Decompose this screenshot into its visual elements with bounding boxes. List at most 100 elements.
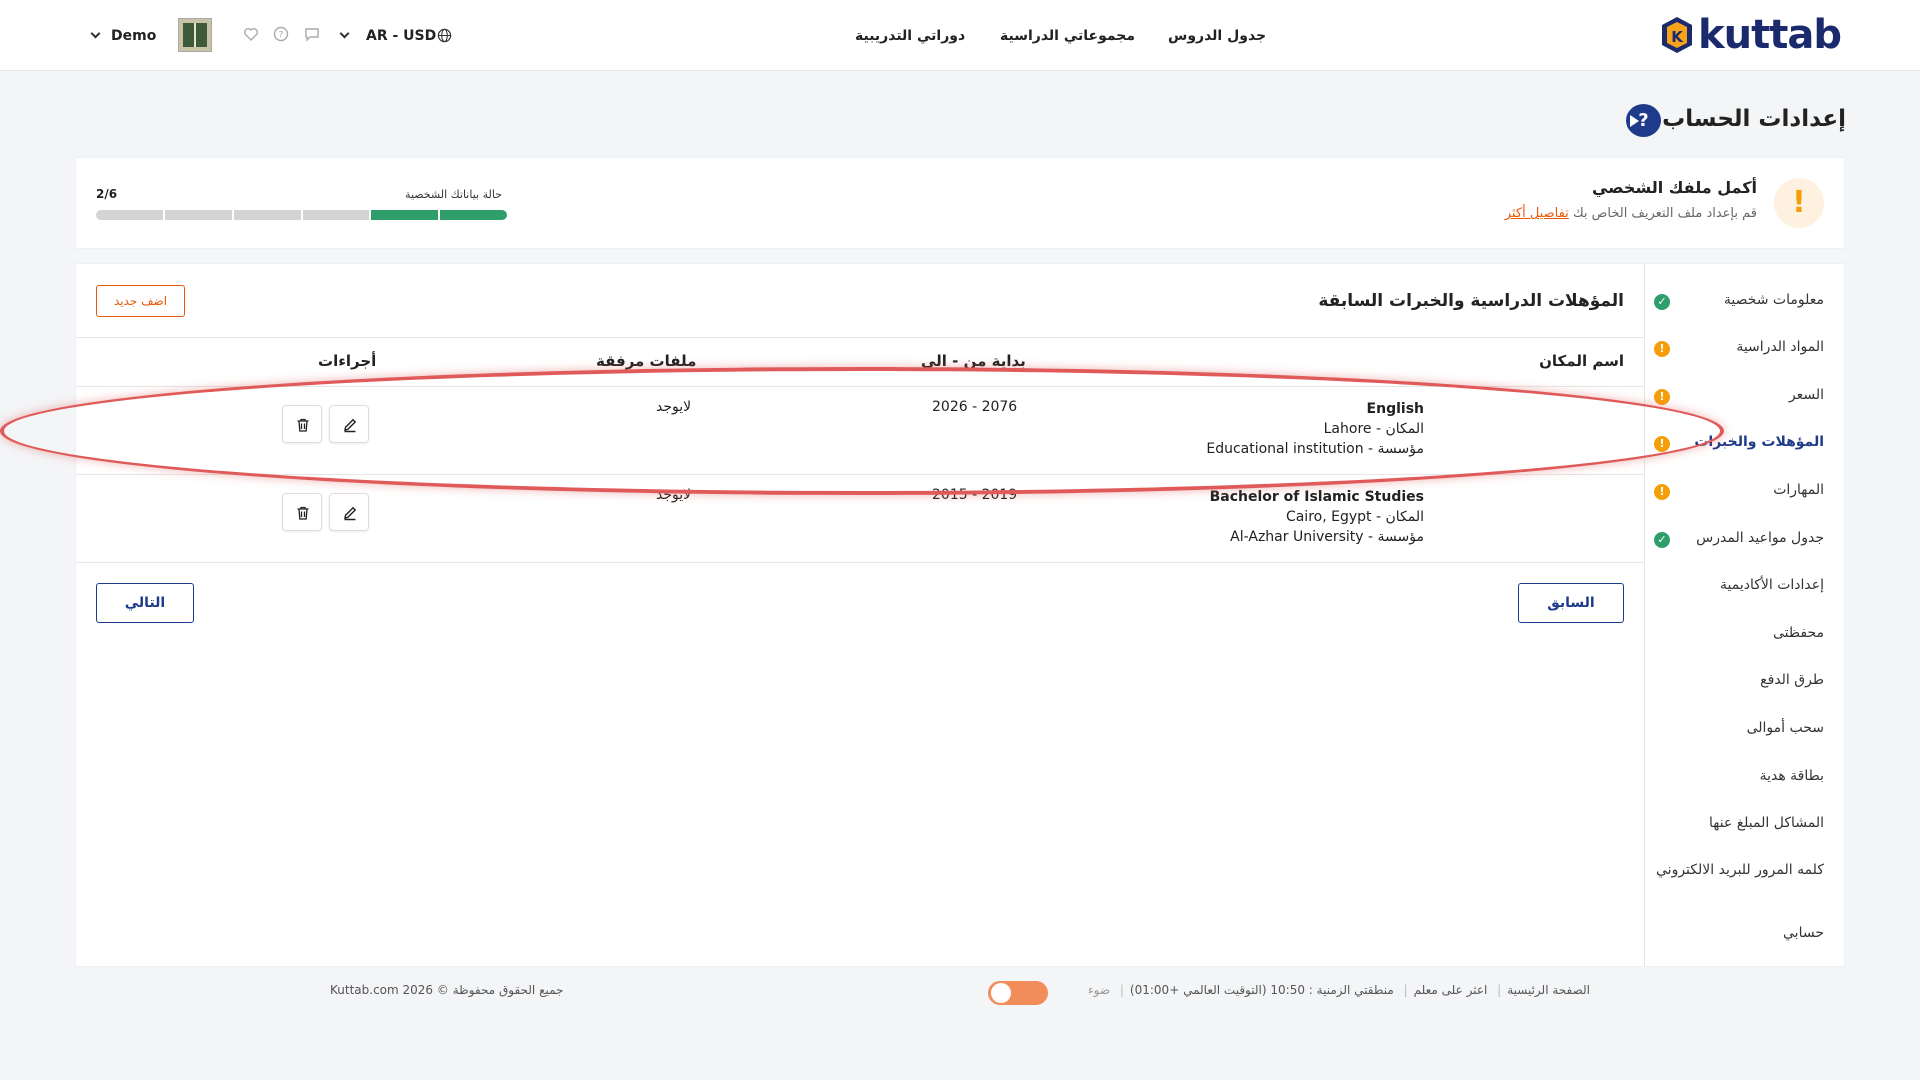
svg-text:?: ? (279, 31, 284, 41)
progress-count: 2/6 (96, 187, 118, 201)
profile-completion-banner: ! أكمل ملفك الشخصي قم بإعداد ملف التعريف… (75, 157, 1845, 249)
settings-panel: معلومات شخصية ✓ المواد الدراسية! السعر! المؤ… (75, 263, 1845, 967)
check-icon: ✓ (1654, 532, 1670, 548)
avatar[interactable] (178, 18, 212, 52)
check-icon: ✓ (1654, 294, 1670, 310)
chevron-down-icon (90, 28, 101, 39)
table-header: اسم المكان بداية من - الى ملفات مرفقة أج… (76, 337, 1644, 387)
col-period: بداية من - الى (921, 352, 1026, 370)
delete-button[interactable] (282, 493, 322, 531)
video-help-icon[interactable]: ? (1626, 104, 1661, 137)
sidebar-item-label: إعدادات الأكاديمية (1720, 577, 1824, 593)
locale-selector[interactable]: AR - USD (339, 0, 452, 71)
qualification-place: المكان - Cairo, Egypt (1285, 509, 1424, 525)
place-cell: English المكان - Lahore مؤسسة - Educationa… (1206, 399, 1424, 459)
qualification-place: المكان - Lahore (1323, 421, 1424, 437)
heart-icon[interactable] (243, 26, 259, 42)
footer-copyright: جميع الحقوق محفوظة © 2026 Kuttab.com (330, 983, 564, 997)
progress-segment (302, 210, 370, 220)
exclamation-icon: ! (1774, 178, 1824, 228)
svg-text:K: K (1671, 28, 1684, 46)
footer-home-link[interactable]: الصفحة الرئيسية (1507, 983, 1590, 997)
page-title: إعدادات الحساب (1662, 106, 1846, 132)
sidebar-item[interactable]: طرق الدفع (1654, 672, 1824, 688)
sidebar-item-label: السعر (1788, 387, 1824, 403)
banner-title: أكمل ملفك الشخصي (1591, 178, 1757, 197)
sidebar-item[interactable]: المؤهلات والخبرات! (1654, 434, 1824, 452)
sidebar-item-label: سحب أموالى (1746, 720, 1824, 736)
add-new-button[interactable]: اضف جديد (96, 285, 185, 317)
sidebar-item-label: المواد الدراسية (1736, 339, 1824, 355)
sidebar-item[interactable]: السعر! (1654, 387, 1824, 405)
brand-name: kuttab (1698, 12, 1842, 58)
sidebar-item[interactable]: إعدادات الأكاديمية (1654, 577, 1824, 593)
previous-button[interactable]: السابق (1518, 583, 1624, 623)
period-cell: 2026 - 2076 (932, 399, 1018, 415)
kuttab-logo[interactable]: K kuttab (1658, 12, 1842, 58)
progress-segment (233, 210, 301, 220)
theme-toggle[interactable] (988, 981, 1048, 1005)
delete-button[interactable] (282, 405, 322, 443)
top-header: K kuttab جدول الدروس مجموعاتي الدراسية د… (0, 0, 1920, 71)
progress-label: حالة بياناتك الشخصية (405, 188, 502, 201)
details-link[interactable]: تفاصيل أكثر (1505, 206, 1569, 221)
footer-theme-label: ضوء (1088, 983, 1111, 997)
footer-find-tutor-link[interactable]: اعثر على معلم (1414, 983, 1488, 997)
footer-timezone[interactable]: منطقتي الزمنية : 10:50 (التوقيت العالمي … (1130, 983, 1394, 997)
sidebar-item-label: حسابي (1783, 925, 1824, 941)
sidebar-item-label: طرق الدفع (1760, 672, 1824, 688)
qualification-name: English (1366, 401, 1424, 417)
exclamation-icon: ! (1654, 341, 1670, 357)
sidebar-item-label: محفظتى (1773, 625, 1824, 641)
sidebar-item[interactable]: المشاكل المبلغ عنها (1654, 815, 1824, 831)
sidebar-item-label: معلومات شخصية (1723, 292, 1824, 308)
sidebar-item[interactable]: حسابي (1654, 925, 1824, 941)
qualification-institution: مؤسسة - Educational institution (1206, 441, 1424, 457)
table-row: Bachelor of Islamic Studies المكان - Cair… (76, 475, 1644, 563)
sidebar-item[interactable]: معلومات شخصية ✓ (1654, 292, 1824, 310)
exclamation-icon: ! (1654, 389, 1670, 405)
progress-bar (96, 210, 507, 220)
question-icon[interactable]: ? (273, 26, 289, 42)
progress-segment (440, 210, 507, 220)
exclamation-icon: ! (1654, 436, 1670, 452)
settings-sidebar: معلومات شخصية ✓ المواد الدراسية! السعر! المؤ… (1644, 264, 1844, 966)
banner-subtitle-text: قم بإعداد ملف التعريف الخاص بك (1572, 206, 1757, 221)
exclamation-icon: ! (1654, 484, 1670, 500)
progress-segment (371, 210, 439, 220)
edit-button[interactable] (329, 493, 369, 531)
chevron-down-icon (339, 28, 350, 39)
progress-segment (96, 210, 163, 220)
edit-button[interactable] (329, 405, 369, 443)
sidebar-item-label: المؤهلات والخبرات (1694, 434, 1824, 450)
col-place-name: اسم المكان (1539, 352, 1624, 370)
sidebar-item-label: المشاكل المبلغ عنها (1708, 815, 1824, 831)
sidebar-item[interactable]: المواد الدراسية! (1654, 339, 1824, 357)
nav-training-courses[interactable]: دوراتي التدريبية (855, 0, 965, 71)
user-menu[interactable]: Demo (90, 0, 156, 71)
sidebar-item[interactable]: المهارات! (1654, 482, 1824, 500)
locale-label: AR - USD (366, 27, 437, 44)
col-actions: أجراءات (318, 352, 377, 370)
globe-icon (438, 28, 452, 43)
nav-study-groups[interactable]: مجموعاتي الدراسية (1000, 0, 1135, 71)
qualification-institution: مؤسسة - Al-Azhar University (1230, 529, 1424, 545)
attachments-cell: لايوجد (656, 487, 692, 503)
nav-lessons-schedule[interactable]: جدول الدروس (1168, 0, 1266, 71)
banner-subtitle: قم بإعداد ملف التعريف الخاص بك تفاصيل أك… (1505, 206, 1757, 221)
footer-links: الصفحة الرئيسية| اعثر على معلم| منطقتي ا… (1088, 983, 1590, 997)
sidebar-item[interactable]: جدول مواعيد المدرس ✓ (1654, 530, 1824, 548)
sidebar-item[interactable]: محفظتى (1654, 625, 1824, 641)
next-button[interactable]: التالي (96, 583, 194, 623)
sidebar-item[interactable]: بطاقة هدية (1654, 768, 1824, 784)
period-cell: 2015 - 2019 (932, 487, 1018, 503)
sidebar-item[interactable]: سحب أموالى (1654, 720, 1824, 736)
sidebar-item-label: المهارات (1773, 482, 1824, 498)
place-cell: Bachelor of Islamic Studies المكان - Cair… (1210, 487, 1424, 547)
sidebar-item-label: جدول مواعيد المدرس (1696, 530, 1824, 546)
col-attachments: ملفات مرفقة (596, 352, 697, 370)
progress-segment (164, 210, 232, 220)
sidebar-item[interactable]: كلمه المرور للبريد الالكتروني (1654, 862, 1824, 878)
section-title: المؤهلات الدراسية والخبرات السابقة (1318, 291, 1624, 311)
chat-icon[interactable] (304, 26, 320, 42)
